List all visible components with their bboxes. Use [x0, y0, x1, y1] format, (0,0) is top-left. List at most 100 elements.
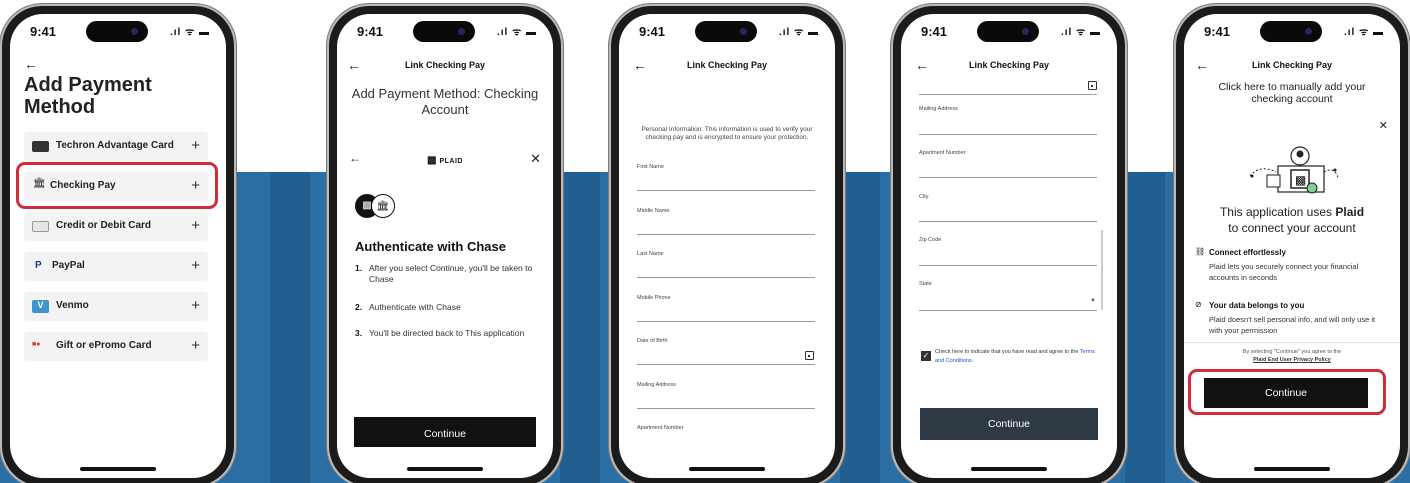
signal-wifi-battery-icon: .ıl ᯤ ▬	[496, 27, 537, 38]
calendar-icon[interactable]	[1088, 81, 1097, 90]
home-indicator	[1254, 467, 1330, 471]
field-label: State	[919, 281, 932, 287]
field-label: Apartment Number	[919, 150, 966, 156]
continue-button[interactable]: Continue	[920, 408, 1098, 440]
zip-code-input[interactable]	[919, 265, 1097, 266]
highlight-box	[16, 162, 218, 209]
city-input[interactable]	[919, 221, 1097, 222]
close-icon[interactable]: ✕	[530, 151, 541, 167]
option-label: Techron Advantage Card	[56, 140, 174, 151]
paypal-icon: P	[35, 260, 42, 271]
payment-option-paypal[interactable]: P PayPal +	[24, 252, 208, 281]
field-label: First Name	[637, 164, 664, 170]
dynamic-island	[977, 21, 1039, 42]
dynamic-island	[413, 21, 475, 42]
phone-address-form: 9:41 .ıl ᯤ ▬ ← Link Checking Pay Mailing…	[893, 6, 1125, 483]
agree-checkbox[interactable]: ✓	[921, 351, 931, 361]
date-of-birth-input[interactable]	[919, 94, 1097, 95]
continue-button[interactable]: Continue	[354, 417, 536, 447]
home-indicator	[407, 467, 483, 471]
status-bar: 9:41 .ıl ᯤ ▬	[1184, 14, 1400, 50]
phone-screen: 9:41 .ıl ᯤ ▬ ← Add Payment Method Techro…	[10, 14, 226, 478]
privacy-policy-link[interactable]: Plaid End User Privacy Policy	[1184, 357, 1400, 363]
mobile-phone-input[interactable]	[637, 321, 815, 322]
back-arrow-icon[interactable]: ←	[24, 56, 38, 72]
option-label: Gift or ePromo Card	[56, 340, 152, 351]
field-label: Date of Birth	[637, 338, 668, 344]
divider	[1184, 342, 1400, 343]
plaid-illustration-icon: ▩	[1240, 142, 1340, 194]
status-time: 9:41	[30, 24, 57, 39]
phone-screen: 9:41 .ıl ᯤ ▬ ← Link Checking Pay Click h…	[1184, 14, 1400, 478]
phone-screen: 9:41 .ıl ᯤ ▬ ← Link Checking Pay Persona…	[619, 14, 835, 478]
close-icon[interactable]: ✕	[1379, 119, 1388, 132]
eye-off-icon: ⊘	[1195, 300, 1202, 309]
apartment-number-input[interactable]	[919, 177, 1097, 178]
payment-option-credit-debit[interactable]: Credit or Debit Card +	[24, 212, 208, 241]
option-label: Credit or Debit Card	[56, 220, 152, 231]
nav-title: Link Checking Pay	[686, 60, 768, 70]
plaid-heading: This application uses Plaid to connect y…	[1219, 205, 1365, 235]
field-label: Mailing Address	[919, 106, 958, 112]
fine-print: By selecting "Continue" you agree to the	[1242, 349, 1342, 355]
step-item: 2. Authenticate with Chase	[355, 302, 461, 312]
field-label: Last Name	[637, 251, 664, 257]
gift-card-icon: ■●	[32, 341, 41, 348]
phone-plaid-consent: 9:41 .ıl ᯤ ▬ ← Link Checking Pay Click h…	[1176, 6, 1408, 483]
status-bar: 9:41 .ıl ᯤ ▬	[901, 14, 1117, 50]
status-time: 9:41	[921, 24, 948, 39]
card-icon	[32, 141, 49, 152]
plus-icon: +	[191, 217, 200, 234]
phone-add-payment-method: 9:41 .ıl ᯤ ▬ ← Add Payment Method Techro…	[2, 6, 234, 483]
payment-option-venmo[interactable]: V Venmo +	[24, 292, 208, 321]
status-time: 9:41	[639, 24, 666, 39]
status-bar: 9:41 .ıl ᯤ ▬	[337, 14, 553, 50]
first-name-input[interactable]	[637, 190, 815, 191]
feature-description: Plaid lets you securely connect your fin…	[1209, 262, 1359, 282]
link-icon: ⛓	[1195, 247, 1206, 256]
nav-title: Link Checking Pay	[1251, 60, 1333, 70]
field-label: Mobile Phone	[637, 295, 671, 301]
option-label: PayPal	[52, 260, 85, 271]
home-indicator	[80, 467, 156, 471]
info-text: Personal Information: This information i…	[641, 126, 813, 141]
state-select[interactable]	[919, 310, 1097, 311]
feature-description: Plaid doesn't sell personal info, and wi…	[1209, 315, 1376, 335]
manual-add-link[interactable]: Click here to manually add your checking…	[1198, 81, 1386, 105]
payment-option-gift-card[interactable]: ■● Gift or ePromo Card +	[24, 332, 208, 361]
payment-option-techron[interactable]: Techron Advantage Card +	[24, 132, 208, 161]
phone-screen: 9:41 .ıl ᯤ ▬ ← Link Checking Pay Mailing…	[901, 14, 1117, 478]
mailing-address-input[interactable]	[919, 134, 1097, 135]
chevron-down-icon: ▼	[1090, 298, 1096, 304]
dynamic-island	[695, 21, 757, 42]
auth-heading: Authenticate with Chase	[355, 239, 506, 254]
background-stripe	[270, 172, 310, 483]
background-stripe	[1125, 172, 1165, 483]
option-label: Venmo	[56, 300, 89, 311]
field-label: Mailing Address	[637, 382, 676, 388]
phone-personal-info: 9:41 .ıl ᯤ ▬ ← Link Checking Pay Persona…	[611, 6, 843, 483]
date-of-birth-input[interactable]	[637, 364, 815, 365]
mailing-address-input[interactable]	[637, 408, 815, 409]
home-indicator	[971, 467, 1047, 471]
scrollbar[interactable]	[1101, 230, 1103, 310]
page-title: Add Payment Method	[24, 74, 152, 118]
status-time: 9:41	[1204, 24, 1231, 39]
status-bar: 9:41 .ıl ᯤ ▬	[619, 14, 835, 50]
signal-wifi-battery-icon: .ıl ᯤ ▬	[169, 27, 210, 38]
phone-plaid-auth: 9:41 .ıl ᯤ ▬ ← Link Checking Pay Add Pay…	[329, 6, 561, 483]
plus-icon: +	[191, 337, 200, 354]
dynamic-island	[86, 21, 148, 42]
plus-icon: +	[191, 137, 200, 154]
field-label: Apartment Number	[637, 425, 684, 431]
middle-name-input[interactable]	[637, 234, 815, 235]
plus-icon: +	[191, 257, 200, 274]
feature-title: Connect effortlessly	[1209, 248, 1286, 257]
highlight-box	[1188, 369, 1386, 415]
signal-wifi-battery-icon: .ıl ᯤ ▬	[1060, 27, 1101, 38]
step-item: 1. After you select Continue, you'll be t…	[355, 263, 533, 284]
last-name-input[interactable]	[637, 277, 815, 278]
svg-text:▩: ▩	[1295, 173, 1306, 187]
calendar-icon[interactable]	[805, 351, 814, 360]
plus-icon: +	[191, 297, 200, 314]
